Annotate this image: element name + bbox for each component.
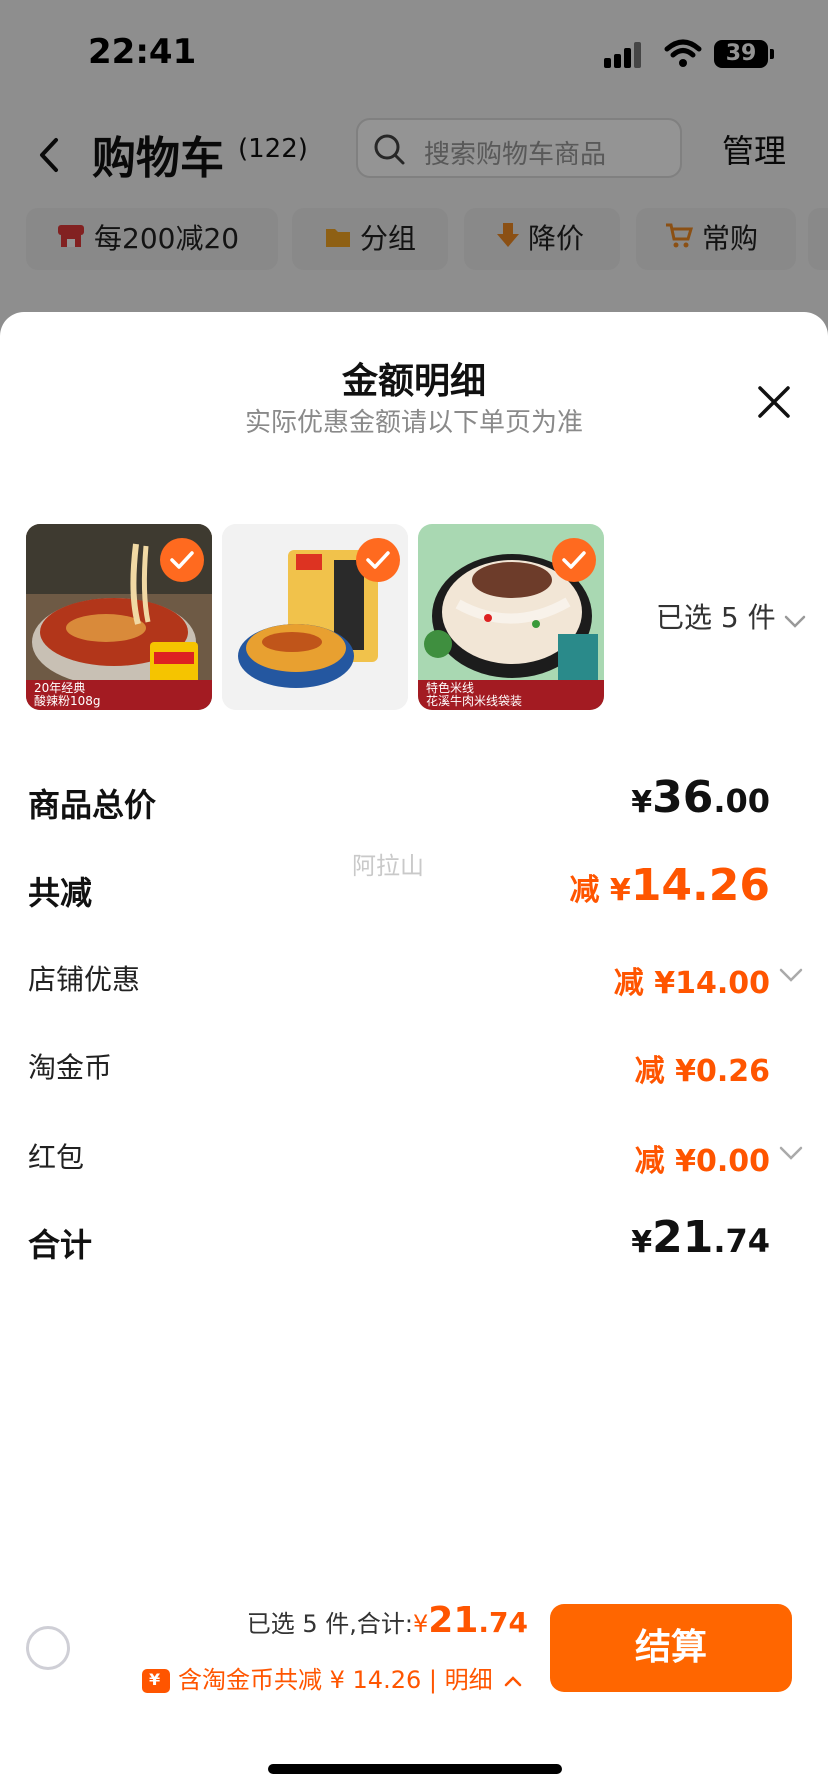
row-taojinbi: 淘金币 减 ¥0.26	[0, 1034, 828, 1104]
tag-line: 酸辣粉108g	[34, 694, 101, 708]
checkout-bar: 已选 5 件,合计:¥21.74 含淘金币共减 ¥ 14.26 | 明细 结算	[0, 1580, 828, 1792]
row-value: 减 ¥14.26	[569, 860, 770, 911]
row-red-packet[interactable]: 红包 减 ¥0.00	[0, 1124, 828, 1194]
home-indicator	[268, 1764, 562, 1774]
chevron-down-icon	[779, 968, 803, 982]
product-tag: 20年经典 酸辣粉108g	[26, 680, 212, 710]
row-total-reduce: 共减 减 ¥14.26	[0, 854, 828, 924]
sheet-subtitle: 实际优惠金额请以下单页为准	[244, 408, 583, 438]
selected-count-toggle[interactable]: 已选 5 件	[656, 596, 806, 636]
row-label: 店铺优惠	[28, 963, 141, 996]
check-icon[interactable]	[160, 538, 204, 582]
total-amount-dec: .74	[478, 1606, 528, 1639]
tag-line: 特色米线	[426, 681, 475, 695]
selected-summary-text: 已选 5 件,合计:	[246, 1610, 413, 1638]
row-label: 共减	[28, 874, 93, 912]
product-thumbnail[interactable]	[222, 524, 408, 710]
product-tag: 特色米线 花溪牛肉米线袋装	[418, 680, 604, 710]
row-goods-total: 商品总价 ¥36.00	[0, 766, 828, 836]
row-label: 商品总价	[28, 786, 157, 824]
selected-summary: 已选 5 件,合计:¥21.74	[247, 1600, 528, 1641]
row-value: 减 ¥0.26	[634, 1054, 770, 1089]
check-icon[interactable]	[552, 538, 596, 582]
row-value: 减 ¥0.00	[634, 1144, 770, 1179]
selected-products: 20年经典 酸辣粉108g 特色米线 花溪牛肉米线袋装	[26, 524, 606, 710]
chevron-up-icon	[504, 1676, 522, 1687]
selected-count-label: 已选 5 件	[656, 601, 776, 634]
amount-detail-sheet: 金额明细 实际优惠金额请以下单页为准 20年经典 酸辣粉108g 特色米线 花溪…	[0, 312, 828, 1792]
coupon-icon	[142, 1669, 170, 1693]
check-icon[interactable]	[356, 538, 400, 582]
coin-reduce-detail[interactable]: 含淘金币共减 ¥ 14.26 | 明细	[142, 1660, 522, 1695]
chevron-down-icon	[784, 603, 806, 636]
row-value: 减 ¥14.00	[613, 966, 770, 1001]
currency-symbol: ¥	[413, 1610, 429, 1638]
row-value: ¥36.00	[631, 772, 770, 823]
row-shop-discount[interactable]: 店铺优惠 减 ¥14.00	[0, 946, 828, 1016]
row-label: 淘金币	[28, 1051, 113, 1084]
product-thumbnail[interactable]: 特色米线 花溪牛肉米线袋装	[418, 524, 604, 710]
row-sum: 合计 ¥21.74	[0, 1206, 828, 1276]
row-value: ¥21.74	[631, 1212, 770, 1263]
tag-line: 20年经典	[34, 681, 86, 695]
row-label: 合计	[28, 1226, 93, 1264]
row-label: 红包	[28, 1141, 85, 1174]
checkout-button[interactable]: 结算	[550, 1604, 792, 1692]
sheet-title: 金额明细	[341, 361, 486, 402]
close-icon[interactable]	[756, 384, 792, 420]
tag-line: 花溪牛肉米线袋装	[426, 694, 523, 708]
total-amount-int: 21	[428, 1600, 479, 1641]
coin-reduce-text: 含淘金币共减 ¥ 14.26 | 明细	[178, 1666, 493, 1694]
select-all-radio[interactable]	[26, 1626, 70, 1670]
product-thumbnail[interactable]: 20年经典 酸辣粉108g	[26, 524, 212, 710]
chevron-down-icon	[779, 1146, 803, 1160]
